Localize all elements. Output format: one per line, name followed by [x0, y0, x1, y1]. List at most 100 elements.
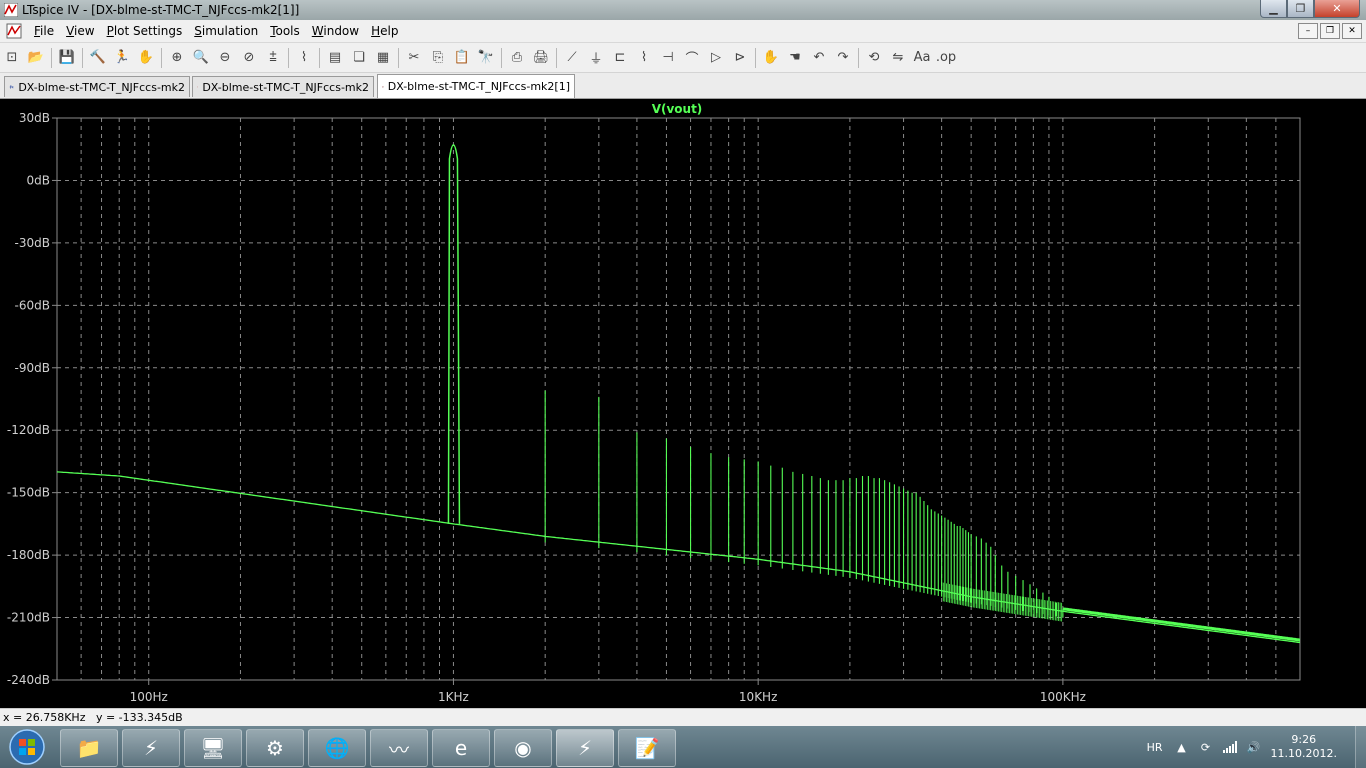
waveform-plot-pane[interactable]: 30dB 0dB -30dB -60dB -90dB -120dB -150dB -180dB… — [0, 99, 1366, 708]
y-tick-label: 0dB — [27, 173, 50, 187]
taskbar-oscilloscope-button[interactable]: 〰 — [370, 729, 428, 767]
print-icon[interactable]: 🖨 — [530, 47, 552, 69]
taskbar-winamp-button[interactable]: ⚡ — [122, 729, 180, 767]
rotate-icon[interactable]: ⟲ — [863, 47, 885, 69]
explorer-icon: 📁 — [76, 736, 102, 760]
drag-icon[interactable]: ☚ — [784, 47, 806, 69]
redo-icon[interactable]: ↷ — [832, 47, 854, 69]
sync-icon[interactable]: ⟳ — [1199, 740, 1213, 754]
inductor-icon[interactable]: ⌒ — [681, 47, 703, 69]
oscilloscope-icon: 〰 — [389, 737, 409, 762]
taskbar-faucet-button[interactable]: ⚙ — [246, 729, 304, 767]
taskbar-chrome-button[interactable]: ◉ — [494, 729, 552, 767]
tab-label: DX-blme-st-TMC-T_NJFccs-mk2 — [202, 80, 369, 94]
menu-tools[interactable]: Tools — [264, 20, 306, 42]
tile-icon[interactable]: ▦ — [372, 47, 394, 69]
tab-waveform-active[interactable]: DX-blme-st-TMC-T_NJFccs-mk2[1] — [377, 74, 575, 98]
taskbar-notepad-button[interactable]: 📝 — [618, 729, 676, 767]
mdi-restore-button[interactable]: ❐ — [1320, 23, 1340, 39]
taskbar-remote-desktop-button[interactable]: 🖥 — [184, 729, 242, 767]
pan-icon[interactable]: ✋ — [135, 47, 157, 69]
waveform-icon — [197, 86, 199, 88]
start-button[interactable] — [4, 728, 50, 766]
toolbar-separator — [319, 47, 320, 68]
trace-hf-noise-band — [1062, 607, 1301, 642]
cut-icon[interactable]: ✂ — [403, 47, 425, 69]
autorange-icon[interactable]: ⩲ — [262, 47, 284, 69]
new-schematic-icon[interactable]: ⊡ — [1, 47, 23, 69]
label-net-icon[interactable]: ⊏ — [609, 47, 631, 69]
menu-simulation[interactable]: Simulation — [188, 20, 264, 42]
winamp-icon: ⚡ — [143, 736, 159, 760]
menu-plot-settings[interactable]: Plot Settings — [101, 20, 189, 42]
move-icon[interactable]: ✋ — [760, 47, 782, 69]
zoom-in-icon[interactable]: ⊕ — [166, 47, 188, 69]
copy-icon[interactable]: ⎘ — [427, 47, 449, 69]
tab-label: DX-blme-st-TMC-T_NJFccs-mk2[1] — [387, 80, 570, 93]
save-icon[interactable]: 💾 — [56, 47, 78, 69]
waveform-chart[interactable]: 30dB 0dB -30dB -60dB -90dB -120dB -150dB -180dB… — [0, 99, 1366, 708]
grid — [56, 117, 1301, 681]
run-icon[interactable]: 🏃 — [111, 47, 133, 69]
menu-help[interactable]: Help — [365, 20, 404, 42]
component-icon[interactable]: ⊳ — [729, 47, 751, 69]
y-tick-label: -180dB — [7, 548, 50, 562]
print-preview-icon[interactable]: ⎙ — [506, 47, 528, 69]
mdi-minimize-button[interactable]: – — [1298, 23, 1318, 39]
document-tab-bar: DX-blme-st-TMC-T_NJFccs-mk2 DX-blme-st-T… — [0, 73, 1366, 99]
chrome-icon: ◉ — [514, 736, 532, 760]
show-hidden-icons-icon[interactable]: ▲ — [1175, 740, 1189, 754]
taskbar-explorer-button[interactable]: 📁 — [60, 729, 118, 767]
taskbar-browser-button[interactable]: 🌐 — [308, 729, 366, 767]
toolbar-separator — [82, 47, 83, 68]
undo-icon[interactable]: ↶ — [808, 47, 830, 69]
capacitor-icon[interactable]: ⊣ — [657, 47, 679, 69]
mirror-icon[interactable]: ⇋ — [887, 47, 909, 69]
text-icon[interactable]: Aa — [911, 47, 933, 69]
internet-explorer-icon: e — [454, 736, 468, 760]
spice-directive-icon[interactable]: .op — [935, 47, 957, 69]
clock[interactable]: 9:26 11.10.2012. — [1271, 733, 1337, 761]
taskbar-internet-explorer-button[interactable]: e — [432, 729, 490, 767]
waveform-icon[interactable]: ⌇ — [293, 47, 315, 69]
volume-icon[interactable]: 🔊 — [1247, 740, 1261, 754]
toolbar-separator — [161, 47, 162, 68]
wire-icon[interactable]: ⟋ — [561, 47, 583, 69]
maximize-button[interactable]: ❐ — [1287, 0, 1314, 18]
trace-label-vout[interactable]: V(vout) — [652, 102, 703, 116]
control-panel-icon[interactable]: 🔨 — [87, 47, 109, 69]
y-tick-label: -240dB — [7, 673, 50, 687]
find-icon[interactable]: 🔭 — [475, 47, 497, 69]
y-tick-label: -90dB — [15, 361, 50, 375]
y-tick-label: -150dB — [7, 486, 50, 500]
cursor-readout: x = 26.758KHz y = -133.345dB — [3, 711, 183, 724]
menu-file[interactable]: File — [28, 20, 60, 42]
tab-waveform[interactable]: DX-blme-st-TMC-T_NJFccs-mk2 — [192, 76, 374, 97]
y-tick-label: -60dB — [15, 298, 50, 312]
menu-bar: File View Plot Settings Simulation Tools Wind… — [0, 20, 1366, 43]
menu-window[interactable]: Window — [306, 20, 365, 42]
taskbar-ltspice-button[interactable]: ⚡ — [556, 729, 614, 767]
zoom-fit-icon[interactable]: 🔍 — [190, 47, 212, 69]
ground-icon[interactable]: ⏚ — [585, 47, 607, 69]
close-button[interactable]: ✕ — [1314, 0, 1360, 18]
show-desktop-button[interactable] — [1355, 726, 1366, 768]
menu-view[interactable]: View — [60, 20, 100, 42]
open-icon[interactable]: 📂 — [25, 47, 47, 69]
zoom-cancel-icon[interactable]: ⊘ — [238, 47, 260, 69]
cascade-icon[interactable]: ❏ — [348, 47, 370, 69]
language-indicator[interactable]: HR — [1147, 741, 1163, 754]
network-signal-icon[interactable] — [1222, 740, 1237, 754]
tab-schematic[interactable]: DX-blme-st-TMC-T_NJFccs-mk2 — [4, 76, 190, 97]
toolbar-separator — [288, 47, 289, 68]
x-tick-label: 100KHz — [1040, 690, 1086, 704]
diode-icon[interactable]: ▷ — [705, 47, 727, 69]
tile-horizontal-icon[interactable]: ▤ — [324, 47, 346, 69]
minimize-button[interactable]: ▁ — [1260, 0, 1287, 18]
resistor-icon[interactable]: ⌇ — [633, 47, 655, 69]
paste-icon[interactable]: 📋 — [451, 47, 473, 69]
zoom-out-icon[interactable]: ⊖ — [214, 47, 236, 69]
mdi-close-button[interactable]: ✕ — [1342, 23, 1362, 39]
toolbar-separator — [755, 47, 756, 68]
y-tick-label: -30dB — [15, 236, 50, 250]
